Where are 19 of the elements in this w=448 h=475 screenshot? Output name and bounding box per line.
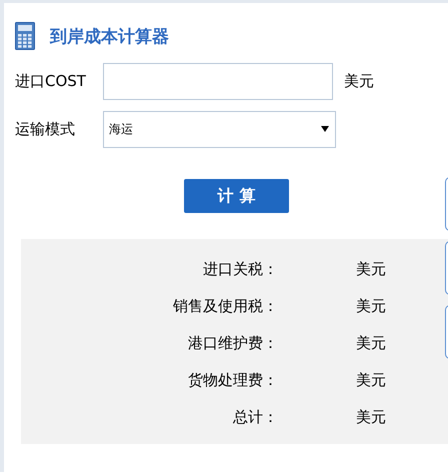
result-label: 货物处理费：: [187, 371, 278, 390]
result-label: 销售及使用税：: [172, 297, 278, 316]
unit-label: 美元: [356, 260, 386, 279]
cost-input-field[interactable]: [103, 62, 333, 100]
field-label: 进口COST: [15, 72, 87, 90]
unit-label: 美元: [344, 72, 374, 90]
unit-label: 美元: [356, 297, 386, 316]
unit-label: 美元: [356, 371, 386, 390]
unit-label: 美元: [356, 408, 386, 427]
field-label: 运输模式: [15, 120, 76, 138]
result-label: 总计：: [232, 408, 278, 427]
unit-label: 美元: [356, 334, 386, 353]
caret-icon: [321, 125, 329, 133]
calculator-icon: [15, 22, 35, 50]
transport-mode-dropdown[interactable]: 海运: [103, 110, 336, 148]
result-label: 进口关税：: [202, 260, 278, 279]
calculate-button[interactable]: 计 算: [184, 179, 289, 213]
result-label: 港口维护费：: [187, 334, 278, 353]
page-title: 到岸成本计算器: [50, 26, 169, 48]
